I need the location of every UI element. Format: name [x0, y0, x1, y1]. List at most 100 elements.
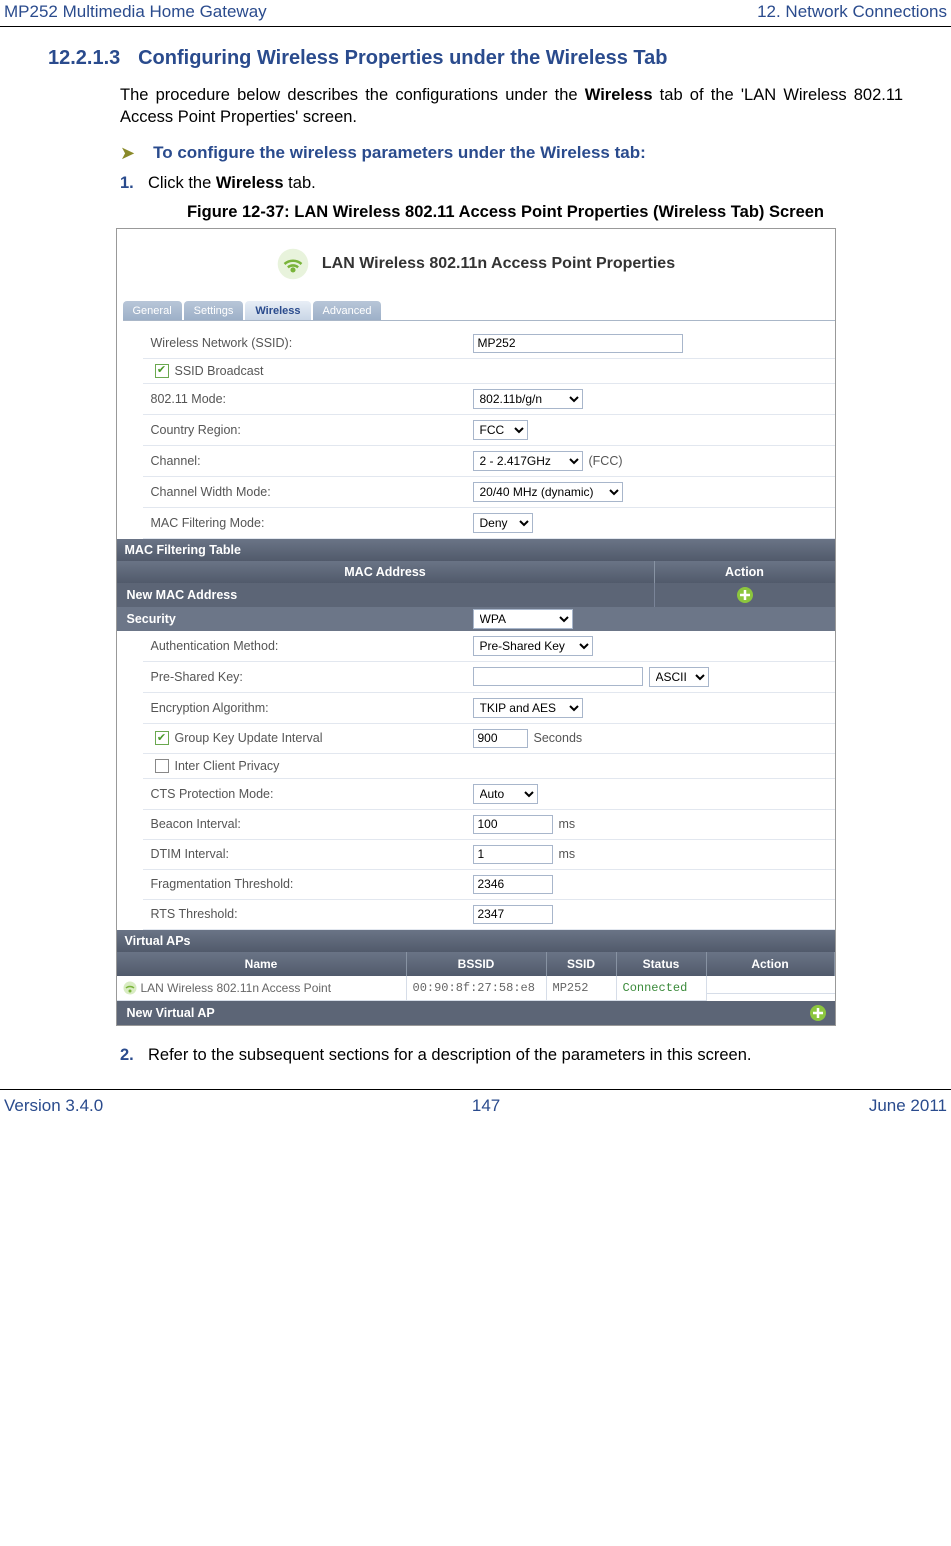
doc-footer: Version 3.4.0 147 June 2011: [0, 1089, 951, 1116]
psk-label: Pre-Shared Key:: [143, 670, 473, 684]
step-number: 2.: [120, 1046, 148, 1065]
channel-label: Channel:: [143, 454, 473, 468]
row-icp: Inter Client Privacy: [143, 754, 835, 779]
icp-label: Inter Client Privacy: [175, 759, 280, 773]
arrow-icon: ➤: [120, 143, 135, 164]
wifi-small-icon: [123, 981, 137, 995]
region-select[interactable]: FCC: [473, 420, 528, 440]
tab-settings[interactable]: Settings: [184, 301, 244, 320]
tab-general[interactable]: General: [123, 301, 182, 320]
screenshot: LAN Wireless 802.11n Access Point Proper…: [116, 228, 836, 1026]
channel-suffix: (FCC): [589, 454, 623, 468]
procedure-title-row: ➤ To configure the wireless parameters u…: [120, 143, 903, 164]
row-enc: Encryption Algorithm: TKIP and AES: [143, 693, 835, 724]
row-auth: Authentication Method: Pre-Shared Key: [143, 631, 835, 662]
gkui-checkbox[interactable]: ✔: [155, 731, 169, 745]
beacon-input[interactable]: [473, 815, 553, 834]
row-psk: Pre-Shared Key: ASCII: [143, 662, 835, 693]
intro-paragraph: The procedure below describes the config…: [120, 84, 903, 129]
vap-col-action: Action: [707, 952, 835, 976]
step-1: 1. Click the Wireless tab.: [120, 174, 903, 193]
footer-left: Version 3.4.0: [4, 1096, 103, 1116]
row-chwidth: Channel Width Mode: 20/40 MHz (dynamic): [143, 477, 835, 508]
psk-type-select[interactable]: ASCII: [649, 667, 709, 687]
header-left: MP252 Multimedia Home Gateway: [4, 2, 267, 22]
ssid-broadcast-label: SSID Broadcast: [175, 364, 264, 378]
rts-label: RTS Threshold:: [143, 907, 473, 921]
doc-header: MP252 Multimedia Home Gateway 12. Networ…: [0, 0, 951, 27]
gkui-unit: Seconds: [534, 731, 583, 745]
dtim-unit: ms: [559, 847, 576, 861]
enc-label: Encryption Algorithm:: [143, 701, 473, 715]
row-dtim: DTIM Interval: ms: [143, 840, 835, 870]
header-right: 12. Network Connections: [757, 2, 947, 22]
mode-select[interactable]: 802.11b/g/n: [473, 389, 583, 409]
cts-label: CTS Protection Mode:: [143, 787, 473, 801]
new-vap-label: New Virtual AP: [117, 1001, 407, 1025]
chwidth-select[interactable]: 20/40 MHz (dynamic): [473, 482, 623, 502]
mac-col-action: Action: [655, 561, 835, 583]
security-select[interactable]: WPA: [473, 609, 573, 629]
footer-right: June 2011: [869, 1096, 947, 1116]
section-title: Configuring Wireless Properties under th…: [138, 47, 667, 69]
row-gkui: ✔ Group Key Update Interval Seconds: [143, 724, 835, 754]
figure-caption: Figure 12-37: LAN Wireless 802.11 Access…: [108, 203, 903, 222]
enc-select[interactable]: TKIP and AES: [473, 698, 583, 718]
dtim-input[interactable]: [473, 845, 553, 864]
row-beacon: Beacon Interval: ms: [143, 810, 835, 840]
vap-row-status: Connected: [623, 981, 688, 995]
row-macfilter: MAC Filtering Mode: Deny: [143, 508, 835, 539]
tab-wireless[interactable]: Wireless: [245, 301, 310, 320]
beacon-unit: ms: [559, 817, 576, 831]
channel-select[interactable]: 2 - 2.417GHz: [473, 451, 583, 471]
section-number: 12.2.1.3: [48, 47, 120, 69]
vap-col-name: Name: [117, 952, 407, 976]
vap-row[interactable]: LAN Wireless 802.11n Access Point 00:90:…: [117, 976, 835, 1001]
new-mac-label: New MAC Address: [117, 583, 655, 607]
security-label: Security: [117, 607, 473, 631]
auth-select[interactable]: Pre-Shared Key: [473, 636, 593, 656]
section-heading: 12.2.1.3 Configuring Wireless Properties…: [48, 47, 903, 70]
psk-input[interactable]: [473, 667, 643, 686]
rts-input[interactable]: [473, 905, 553, 924]
row-mode: 802.11 Mode: 802.11b/g/n: [143, 384, 835, 415]
mac-col-address: MAC Address: [117, 561, 655, 583]
add-vap-icon[interactable]: [407, 1001, 835, 1025]
frag-input[interactable]: [473, 875, 553, 894]
row-region: Country Region: FCC: [143, 415, 835, 446]
screenshot-title-row: LAN Wireless 802.11n Access Point Proper…: [117, 229, 835, 301]
ssid-broadcast-checkbox[interactable]: ✔: [155, 364, 169, 378]
step-2: 2. Refer to the subsequent sections for …: [120, 1046, 903, 1065]
dtim-label: DTIM Interval:: [143, 847, 473, 861]
vap-row-name: LAN Wireless 802.11n Access Point: [141, 981, 332, 995]
footer-center: 147: [472, 1096, 500, 1116]
gkui-input[interactable]: [473, 729, 528, 748]
row-channel: Channel: 2 - 2.417GHz (FCC): [143, 446, 835, 477]
mac-table-title: MAC Filtering Table: [117, 539, 835, 561]
vap-col-ssid: SSID: [547, 952, 617, 976]
gkui-label: Group Key Update Interval: [175, 731, 323, 745]
step-2-text: Refer to the subsequent sections for a d…: [148, 1046, 752, 1065]
row-frag: Fragmentation Threshold:: [143, 870, 835, 900]
mac-table-header: MAC Address Action: [117, 561, 835, 583]
row-ssid: Wireless Network (SSID):: [143, 329, 835, 359]
vap-row-bssid: 00:90:8f:27:58:e8: [407, 976, 547, 1001]
vap-col-status: Status: [617, 952, 707, 976]
screenshot-title: LAN Wireless 802.11n Access Point Proper…: [322, 255, 675, 273]
security-row: Security WPA: [117, 607, 835, 631]
beacon-label: Beacon Interval:: [143, 817, 473, 831]
cts-select[interactable]: Auto: [473, 784, 538, 804]
tab-advanced[interactable]: Advanced: [313, 301, 382, 320]
macfilter-select[interactable]: Deny: [473, 513, 533, 533]
add-mac-icon[interactable]: [655, 583, 835, 607]
new-mac-row[interactable]: New MAC Address: [117, 583, 835, 607]
macfilter-label: MAC Filtering Mode:: [143, 516, 473, 530]
mode-label: 802.11 Mode:: [143, 392, 473, 406]
icp-checkbox[interactable]: [155, 759, 169, 773]
new-vap-row[interactable]: New Virtual AP: [117, 1001, 835, 1025]
ssid-input[interactable]: [473, 334, 683, 353]
region-label: Country Region:: [143, 423, 473, 437]
tabs: General Settings Wireless Advanced: [123, 301, 835, 321]
frag-label: Fragmentation Threshold:: [143, 877, 473, 891]
vap-row-action: [707, 983, 835, 994]
